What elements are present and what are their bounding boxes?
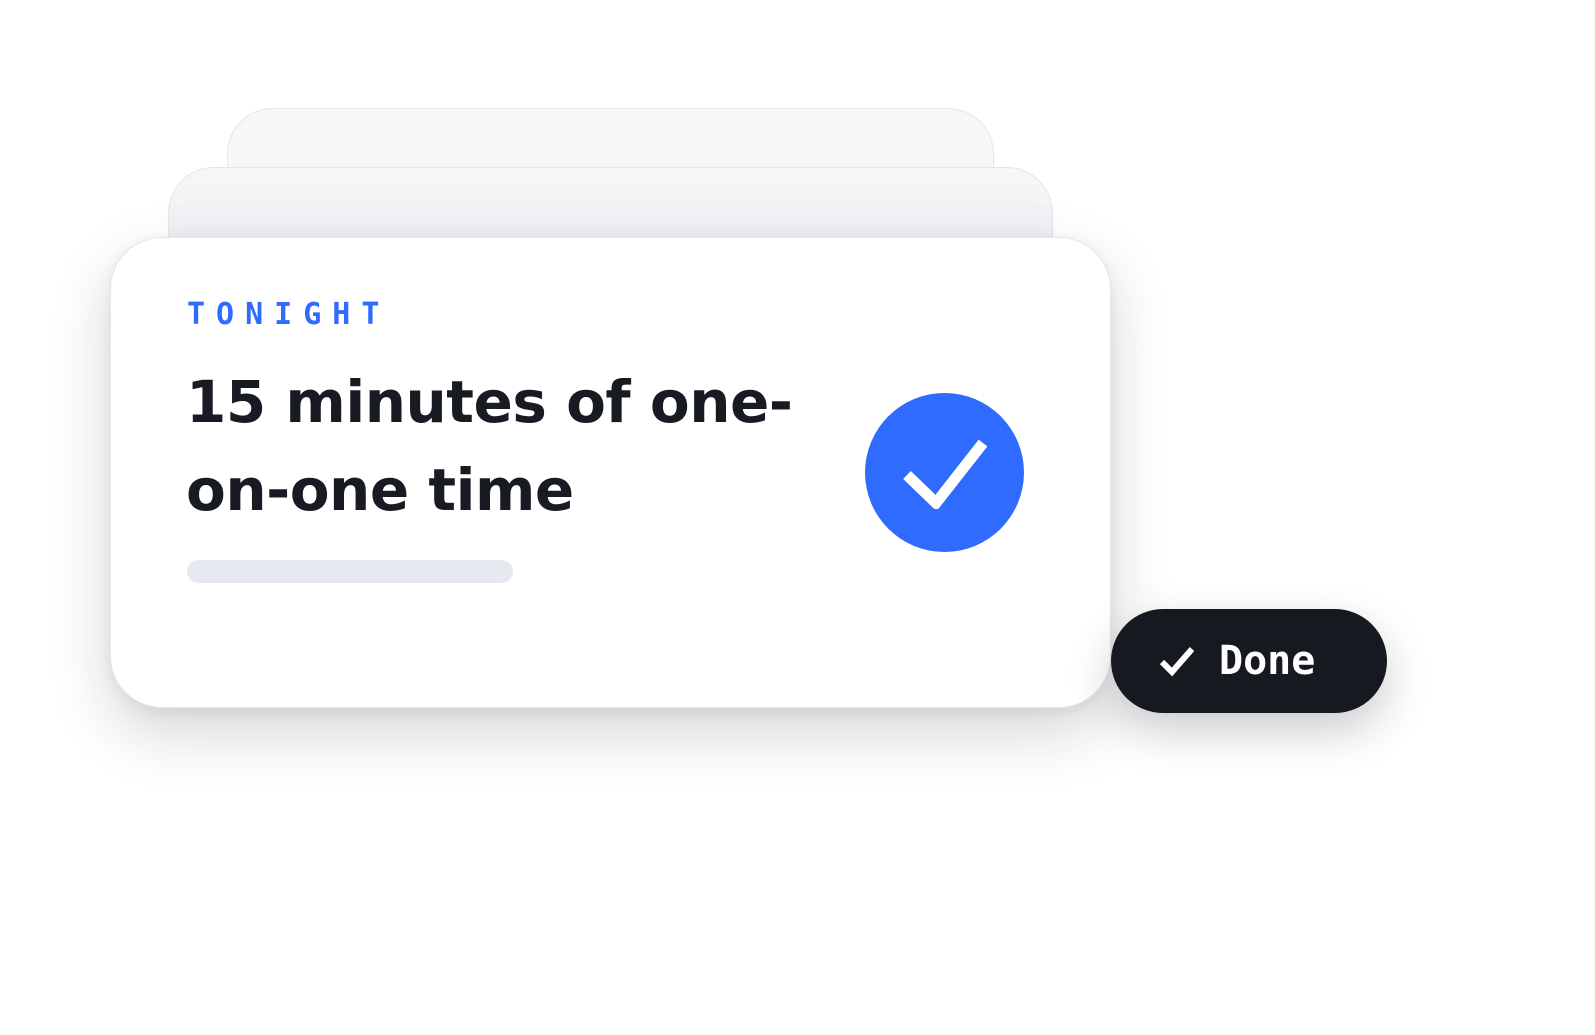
task-time-label: TONIGHT [187, 297, 391, 332]
task-title: 15 minutes of one-on-one time [186, 368, 793, 524]
checkmark-icon [902, 439, 987, 509]
task-progress-bar [187, 560, 513, 583]
done-button[interactable]: Done [1111, 609, 1387, 713]
done-button-label: Done [1219, 638, 1316, 684]
check-icon [1157, 641, 1197, 681]
task-card[interactable]: TONIGHT 15 minutes of one-on-one time [110, 237, 1111, 708]
check-circle-icon[interactable] [865, 393, 1024, 552]
